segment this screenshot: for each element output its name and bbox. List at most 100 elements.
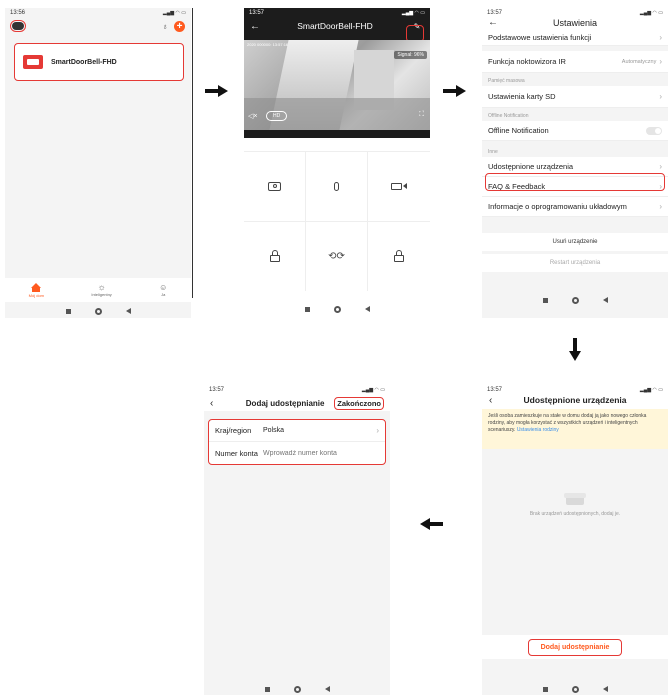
lock-icon xyxy=(394,250,404,263)
chevron-right-icon: › xyxy=(659,92,662,101)
back-nav-icon[interactable] xyxy=(602,686,608,692)
family-settings-link[interactable]: Ustawienia rodziny xyxy=(517,427,559,433)
status-icons: ▂▄▆ ◠ ▭ xyxy=(162,10,186,16)
tab-home[interactable]: Mój dom xyxy=(28,282,44,298)
faq-feedback-row[interactable]: FAQ & Feedback › xyxy=(482,177,668,197)
phone-shared-devices: 13:57 ▂▄▆ ◠ ▭ ‹ Udostępnione urządzenia … xyxy=(482,385,668,695)
back-arrow-icon[interactable]: ← xyxy=(488,17,498,28)
home-nav-icon[interactable] xyxy=(94,307,102,315)
back-nav-icon[interactable] xyxy=(324,686,330,692)
recent-apps-icon[interactable] xyxy=(264,686,270,692)
remove-device-button[interactable]: Usuń urządzenie xyxy=(482,233,668,251)
camera-feed[interactable]: 2020 000000: 13:57:16 Signal: 96% ◁× HD … xyxy=(244,40,430,130)
chevron-right-icon: › xyxy=(659,202,662,211)
chevron-right-icon: › xyxy=(659,182,662,191)
phone-add-sharing: 13:57 ▂▄▆ ◠ ▭ ‹ Dodaj udostępnianie Zako… xyxy=(204,385,390,695)
country-region-row[interactable]: Kraj/region Polska › xyxy=(209,420,385,442)
unlock-button-1[interactable] xyxy=(244,221,306,291)
rotate-button[interactable]: ⟲⟳ xyxy=(306,221,368,291)
doorbell-icon xyxy=(23,55,43,69)
basic-settings-row[interactable]: Podstawowe ustawienia funkcji › xyxy=(482,30,668,46)
edit-pencil-icon[interactable]: ✎ xyxy=(410,22,424,31)
chevron-right-icon: › xyxy=(659,162,662,171)
back-chevron-icon[interactable]: ‹ xyxy=(489,395,492,406)
account-number-row[interactable]: Numer konta xyxy=(209,442,385,464)
microphone-icon[interactable]: ♁ xyxy=(162,22,168,31)
chevron-right-icon: › xyxy=(659,57,662,66)
system-nav-bar xyxy=(204,682,390,695)
recent-apps-icon[interactable] xyxy=(65,308,71,314)
live-title: SmartDoorBell-FHD xyxy=(297,21,373,31)
status-icons: ▂▄▆ ◠ ▭ xyxy=(401,10,425,16)
arrow-right-icon xyxy=(205,85,229,97)
row-label: Offline Notification xyxy=(488,126,549,135)
shared-title: Udostępnione urządzenia xyxy=(523,395,627,405)
recent-apps-icon[interactable] xyxy=(304,306,310,312)
country-value: Polska xyxy=(263,427,285,434)
arrow-right-icon xyxy=(443,85,467,97)
add-device-button[interactable]: + xyxy=(174,20,185,32)
empty-state: Brak urządzeń udostępnionych, dodaj je. xyxy=(482,449,668,517)
restart-device-button[interactable]: Restart urządzenia xyxy=(482,254,668,272)
sun-icon: ☼ xyxy=(97,282,106,292)
video-timestamp: 2020 000000: 13:57:16 xyxy=(247,42,289,47)
fullscreen-icon[interactable]: ⛶ xyxy=(419,111,424,119)
section-header: Inne xyxy=(488,149,498,155)
back-arrow-icon[interactable]: ← xyxy=(250,21,260,32)
home-nav-icon[interactable] xyxy=(293,685,301,693)
signal-badge: Signal: 96% xyxy=(394,51,427,59)
clock: 13:56 xyxy=(10,10,26,16)
field-label: Kraj/region xyxy=(215,426,252,435)
unlock-button-2[interactable] xyxy=(368,222,430,292)
section-header: Offline Notification xyxy=(488,113,529,119)
sd-card-row[interactable]: Ustawienia karty SD › xyxy=(482,86,668,108)
system-nav-bar xyxy=(244,302,430,316)
home-nav-icon[interactable] xyxy=(571,296,579,304)
row-label: Udostępnione urządzenia xyxy=(488,162,574,171)
tutorial-canvas: 13:56 ▂▄▆ ◠ ▭ ♁ + SmartDoorBell-FHD Mój xyxy=(0,0,669,695)
home-nav-icon[interactable] xyxy=(333,305,341,313)
add-sharing-button[interactable]: Dodaj udostępnianie xyxy=(527,638,623,656)
shared-devices-row[interactable]: Udostępnione urządzenia › xyxy=(482,157,668,177)
add-sharing-bar: Dodaj udostępnianie xyxy=(482,635,668,659)
talk-button[interactable] xyxy=(306,152,368,222)
account-number-input[interactable] xyxy=(263,449,379,457)
arrow-down-icon xyxy=(569,338,581,362)
phone-live-view: 13:57 ▂▄▆ ◠ ▭ ← SmartDoorBell-FHD ✎ 2020… xyxy=(244,8,430,318)
home-switch-icon[interactable] xyxy=(10,20,26,32)
done-button[interactable]: Zakończono xyxy=(334,396,384,410)
row-label: FAQ & Feedback xyxy=(488,182,546,191)
row-value: Automatyczny xyxy=(621,58,657,65)
bottom-tab-bar: Mój dom ☼ Inteligentny ☺ Ja xyxy=(5,278,191,302)
chevron-right-icon: › xyxy=(659,33,662,42)
chevron-right-icon: › xyxy=(376,426,379,435)
offline-toggle[interactable] xyxy=(646,126,662,135)
status-bar: 13:57 ▂▄▆ ◠ ▭ xyxy=(204,385,390,395)
mute-icon[interactable]: ◁× xyxy=(248,112,257,120)
record-button[interactable] xyxy=(368,152,430,222)
tab-me[interactable]: ☺ Ja xyxy=(159,283,167,297)
back-nav-icon[interactable] xyxy=(602,297,608,303)
back-nav-icon[interactable] xyxy=(364,306,370,312)
home-nav-icon[interactable] xyxy=(571,685,579,693)
snapshot-button[interactable] xyxy=(244,152,306,222)
recent-apps-icon[interactable] xyxy=(542,686,548,692)
status-bar: 13:57 ▂▄▆ ◠ ▭ xyxy=(482,8,668,18)
back-chevron-icon[interactable]: ‹ xyxy=(210,398,224,409)
status-icons: ▂▄▆ ◠ ▭ xyxy=(639,387,663,393)
microphone-icon xyxy=(334,181,339,191)
offline-notification-row: Offline Notification xyxy=(482,121,668,141)
tab-home-label: Mój dom xyxy=(28,292,44,298)
hd-toggle[interactable]: HD xyxy=(266,111,288,121)
device-card[interactable]: SmartDoorBell-FHD xyxy=(14,43,184,81)
firmware-info-row[interactable]: Informacje o oprogramowaniu układowym › xyxy=(482,197,668,217)
recent-apps-icon[interactable] xyxy=(542,297,548,303)
tab-me-label: Ja xyxy=(161,292,166,297)
settings-title: Ustawienia xyxy=(552,18,598,28)
ir-night-vision-row[interactable]: Funkcja noktowizora IR Automatyczny › xyxy=(482,51,668,73)
clock: 13:57 xyxy=(487,10,503,16)
row-label: Podstawowe ustawienia funkcji xyxy=(488,33,592,42)
camera-icon xyxy=(268,181,281,191)
back-nav-icon[interactable] xyxy=(125,308,131,314)
tab-smart[interactable]: ☼ Inteligentny xyxy=(91,282,111,298)
